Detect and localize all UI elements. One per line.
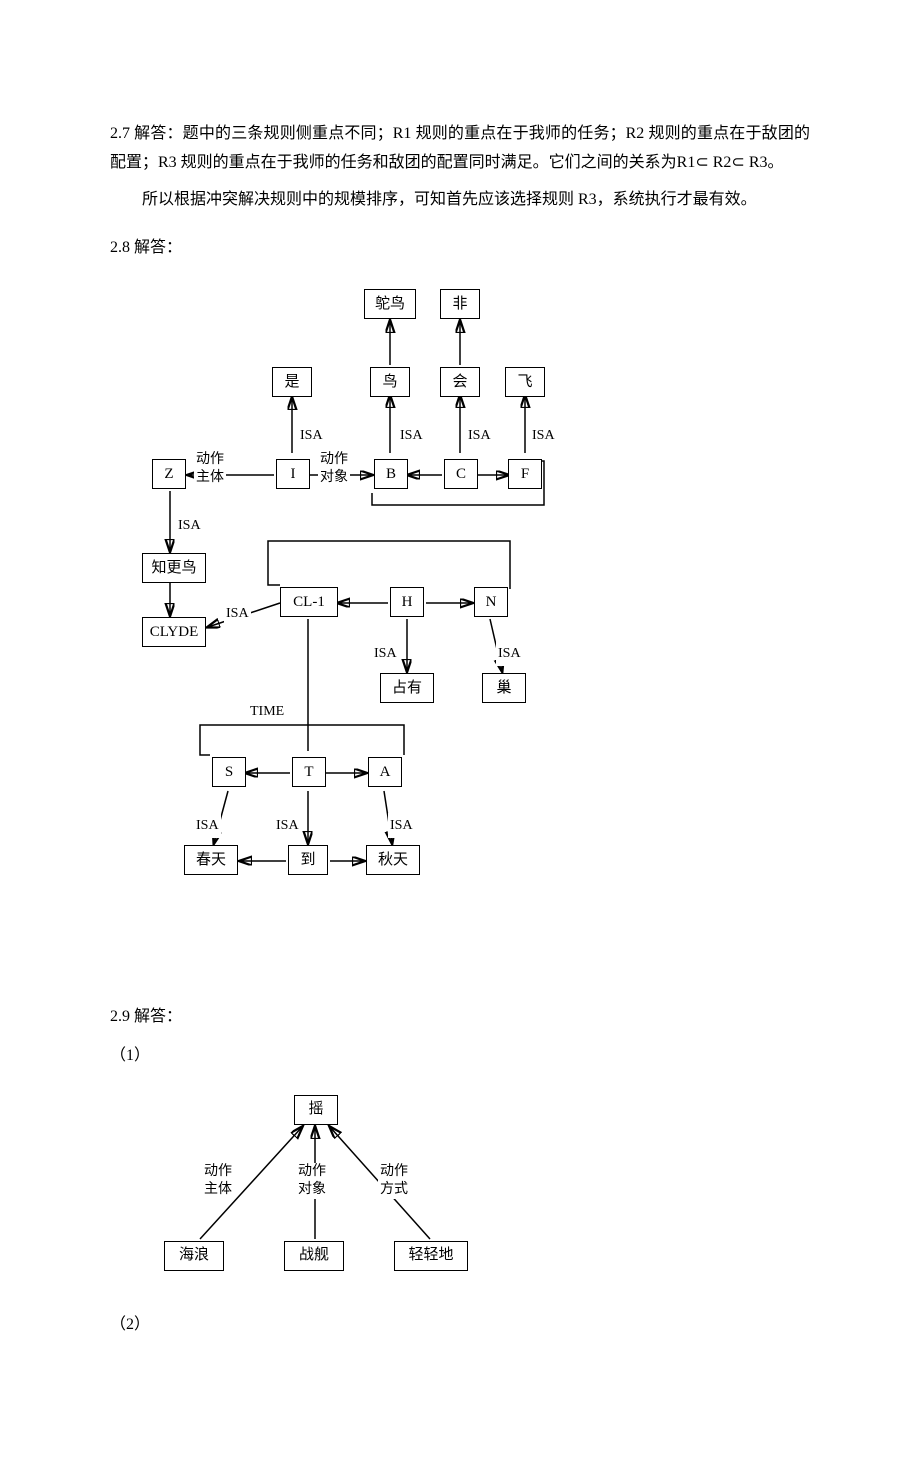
node-fei: 飞 bbox=[505, 367, 545, 397]
node-S: S bbox=[212, 757, 246, 787]
node-N: N bbox=[474, 587, 508, 617]
edge-isa-7: ISA bbox=[372, 641, 399, 666]
node-Z: Z bbox=[152, 459, 186, 489]
node-I: I bbox=[276, 459, 310, 489]
edge-isa-8: ISA bbox=[496, 641, 523, 666]
node-zhanyou: 占有 bbox=[380, 673, 434, 703]
edge-dongzuo-zhuti: 动作 主体 bbox=[194, 451, 226, 487]
node-niao: 鸟 bbox=[370, 367, 410, 397]
edge-isa-3: ISA bbox=[466, 423, 493, 448]
edge-isa-2: ISA bbox=[398, 423, 425, 448]
node-A: A bbox=[368, 757, 402, 787]
node-zhanjian: 战舰 bbox=[284, 1241, 344, 1271]
node-hailang: 海浪 bbox=[164, 1241, 224, 1271]
node-C: C bbox=[444, 459, 478, 489]
node-chao: 巢 bbox=[482, 673, 526, 703]
node-chuntian: 春天 bbox=[184, 845, 238, 875]
node-qingqing: 轻轻地 bbox=[394, 1241, 468, 1271]
edge-isa-10: ISA bbox=[274, 813, 301, 838]
section-27-text: 2.7 解答：题中的三条规则侧重点不同；R1 规则的重点在于我师的任务；R2 规… bbox=[110, 120, 810, 178]
edge-29-duixiang: 动作 对象 bbox=[296, 1163, 328, 1199]
diagram-28: 鸵鸟 非 是 鸟 会 飞 Z I B C F 知更鸟 CLYDE CL-1 H … bbox=[140, 283, 700, 983]
edge-29-fangshi: 动作 方式 bbox=[378, 1163, 410, 1199]
edge-29-zhuti: 动作 主体 bbox=[202, 1163, 234, 1199]
node-B: B bbox=[374, 459, 408, 489]
node-clyde: CLYDE bbox=[142, 617, 206, 647]
edge-isa-9: ISA bbox=[194, 813, 221, 838]
node-qiutian: 秋天 bbox=[366, 845, 420, 875]
section-28-label: 2.8 解答： bbox=[110, 234, 810, 263]
edge-isa-1: ISA bbox=[298, 423, 325, 448]
section-29-label: 2.9 解答： bbox=[110, 1003, 810, 1032]
edge-dongzuo-duixiang: 动作 对象 bbox=[318, 451, 350, 487]
edge-isa-11: ISA bbox=[388, 813, 415, 838]
node-yao: 摇 bbox=[294, 1095, 338, 1125]
node-H: H bbox=[390, 587, 424, 617]
node-zhigengniao: 知更鸟 bbox=[142, 553, 206, 583]
edge-time: TIME bbox=[248, 699, 286, 724]
node-dao: 到 bbox=[288, 845, 328, 875]
edge-isa-6: ISA bbox=[224, 601, 251, 626]
node-shi: 是 bbox=[272, 367, 312, 397]
node-F: F bbox=[508, 459, 542, 489]
diagram-29-1: 摇 海浪 战舰 轻轻地 动作 主体 动作 对象 动作 方式 bbox=[150, 1091, 530, 1291]
section-29-sub2: （2） bbox=[110, 1311, 810, 1340]
section-27-text2: 所以根据冲突解决规则中的规模排序，可知首先应该选择规则 R3，系统执行才最有效。 bbox=[110, 186, 810, 215]
edge-isa-5: ISA bbox=[176, 513, 203, 538]
node-cl1: CL-1 bbox=[280, 587, 338, 617]
node-hui: 会 bbox=[440, 367, 480, 397]
node-fei-neg: 非 bbox=[440, 289, 480, 319]
section-29-sub1: （1） bbox=[110, 1042, 810, 1071]
node-tuoniao: 鸵鸟 bbox=[364, 289, 416, 319]
node-T: T bbox=[292, 757, 326, 787]
edge-isa-4: ISA bbox=[530, 423, 557, 448]
